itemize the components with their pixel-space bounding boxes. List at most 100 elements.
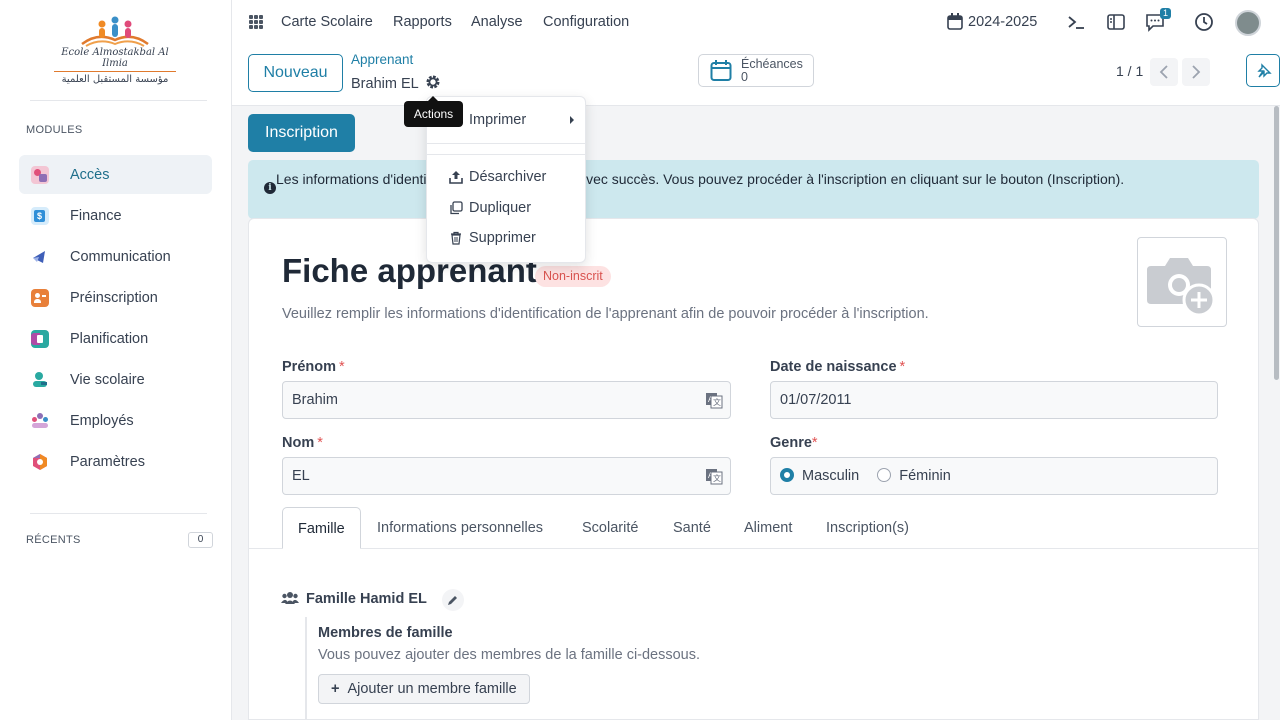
family-icon <box>281 592 299 604</box>
tab-sante[interactable]: Santé <box>673 507 711 549</box>
menu-analyse[interactable]: Analyse <box>471 14 523 30</box>
recents-count-badge: 0 <box>188 532 213 548</box>
add-family-member-button[interactable]: + Ajouter un membre famille <box>318 674 530 704</box>
date-label-text: Date de naissance <box>770 359 897 375</box>
family-name: Famille Hamid EL <box>306 591 427 607</box>
family-section-border <box>305 617 307 720</box>
required-marker: * <box>811 435 818 451</box>
plus-icon: + <box>331 681 340 697</box>
chevron-right-icon <box>1192 65 1201 79</box>
genre-radio-group: Masculin Féminin <box>770 457 1218 495</box>
nom-label-text: Nom <box>282 435 315 451</box>
logo-text-latin: Ecole Almostakbal Al Ilmia <box>61 47 169 69</box>
apps-menu-icon[interactable] <box>249 15 263 29</box>
logo-icon <box>81 16 149 47</box>
menu-item-label: Supprimer <box>469 230 536 246</box>
echeances-button[interactable]: Échéances 0 <box>698 54 814 87</box>
translate-icon[interactable]: A文 <box>705 391 723 409</box>
finance-icon: $ <box>31 206 49 225</box>
clock-icon[interactable] <box>1194 12 1214 32</box>
tab-inscriptions[interactable]: Inscription(s) <box>826 507 909 549</box>
status-badge: Non-inscrit <box>535 266 611 287</box>
sidebar-item-vie-scolaire[interactable]: Vie scolaire <box>19 360 212 399</box>
user-avatar[interactable] <box>1235 10 1261 36</box>
tab-famille[interactable]: Famille <box>282 507 361 549</box>
family-members-title: Membres de famille <box>318 625 453 641</box>
sidebar-item-preinscription[interactable]: Préinscription <box>19 278 212 317</box>
radio-label: Féminin <box>899 468 951 484</box>
calendar-icon <box>31 329 49 348</box>
top-navbar: Carte Scolaire Rapports Analyse Configur… <box>232 0 1280 46</box>
prenom-field[interactable]: Brahim A文 <box>282 381 731 419</box>
info-icon: i <box>264 182 276 194</box>
prenom-label-text: Prénom <box>282 359 336 375</box>
menu-item-dupliquer[interactable]: Dupliquer <box>427 194 585 222</box>
required-marker: * <box>339 359 345 375</box>
nom-field[interactable]: EL A文 <box>282 457 731 495</box>
terminal-icon[interactable] <box>1066 12 1086 32</box>
sidebar-item-employes[interactable]: Employés <box>19 401 212 440</box>
genre-masculin-radio[interactable]: Masculin <box>780 468 859 484</box>
divider <box>30 513 207 514</box>
menu-configuration[interactable]: Configuration <box>543 14 629 30</box>
sidebar-item-communication[interactable]: Communication <box>19 237 212 276</box>
required-marker: * <box>317 435 323 451</box>
menu-item-desarchiver[interactable]: Désarchiver <box>427 163 585 191</box>
preinscription-icon <box>31 288 49 307</box>
modules-title: MODULES <box>26 124 83 136</box>
trash-icon <box>451 231 461 245</box>
sidebar-item-finance[interactable]: $ Finance <box>19 196 212 235</box>
photo-upload[interactable] <box>1137 237 1227 327</box>
gear-icon[interactable] <box>425 74 441 90</box>
translate-icon[interactable]: A文 <box>705 467 723 485</box>
camera-add-icon <box>1147 258 1216 316</box>
date-naissance-label: Date de naissance * <box>770 359 905 375</box>
breadcrumb-record-name: Brahim EL <box>351 76 419 92</box>
sidebar-item-parametres[interactable]: Paramètres <box>19 442 212 481</box>
scrollbar-thumb[interactable] <box>1274 106 1279 380</box>
radio-label: Masculin <box>802 468 860 484</box>
menu-rapports[interactable]: Rapports <box>393 14 452 30</box>
previous-record-button[interactable] <box>1150 58 1178 86</box>
radio-unchecked <box>877 468 892 482</box>
next-record-button[interactable] <box>1182 58 1210 86</box>
required-marker: * <box>899 359 906 375</box>
pin-button[interactable] <box>1246 54 1280 87</box>
radio-checked <box>780 468 794 482</box>
sidebar-item-label: Employés <box>70 412 134 429</box>
date-naissance-field[interactable]: 01/07/2011 <box>770 381 1218 419</box>
divider <box>30 100 207 101</box>
svg-text:文: 文 <box>713 397 721 407</box>
genre-label: Genre* <box>770 435 818 451</box>
echeances-label: Échéances <box>741 57 803 71</box>
tab-aliment[interactable]: Aliment <box>744 507 792 549</box>
edit-family-button[interactable] <box>442 589 464 611</box>
form-sheet: Fiche apprenant Non-inscrit Veuillez rem… <box>248 218 1259 720</box>
sidebar-item-planification[interactable]: Planification <box>19 319 212 358</box>
sidebar-toggle-icon[interactable] <box>1106 12 1126 32</box>
scrollbar[interactable] <box>1272 106 1280 720</box>
sidebar-item-label: Communication <box>70 248 171 265</box>
nom-value: EL <box>292 468 310 484</box>
genre-feminin-radio[interactable]: Féminin <box>877 468 951 484</box>
inscription-button[interactable]: Inscription <box>248 114 355 152</box>
employees-icon <box>31 412 49 430</box>
menu-item-supprimer[interactable]: Supprimer <box>427 224 585 252</box>
page-description: Veuillez remplir les informations d'iden… <box>282 306 929 322</box>
sidebar-item-acces[interactable]: Accès <box>19 155 212 194</box>
sidebar: Ecole Almostakbal Al Ilmia مؤسسة المستقب… <box>0 0 232 720</box>
school-logo[interactable]: Ecole Almostakbal Al Ilmia مؤسسة المستقب… <box>48 14 182 85</box>
breadcrumb-parent-link[interactable]: Apprenant <box>351 52 413 67</box>
school-year-label: 2024-2025 <box>968 13 1038 30</box>
new-button[interactable]: Nouveau <box>248 54 343 92</box>
unarchive-icon <box>449 171 463 184</box>
school-year-selector[interactable]: 2024-2025 <box>947 13 1037 30</box>
sidebar-item-label: Préinscription <box>70 289 158 306</box>
tab-informations-personnelles[interactable]: Informations personnelles <box>377 507 543 549</box>
menu-carte-scolaire[interactable]: Carte Scolaire <box>281 14 373 30</box>
menu-item-label: Imprimer <box>469 112 527 128</box>
nom-label: Nom * <box>282 435 323 451</box>
pager-value[interactable]: 1 / 1 <box>1116 63 1143 79</box>
tab-scolarite[interactable]: Scolarité <box>582 507 638 549</box>
pencil-icon <box>448 596 457 605</box>
